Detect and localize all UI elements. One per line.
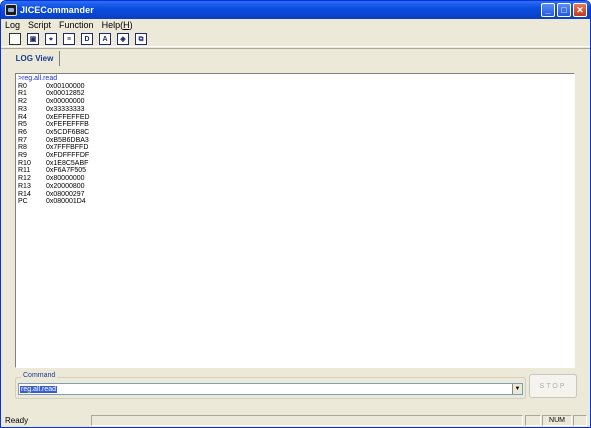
register-value: 0x00000000 <box>46 98 85 106</box>
register-name: R3 <box>18 105 27 113</box>
menu-help[interactable]: Help(H) <box>102 20 133 30</box>
a-icon[interactable]: A <box>99 33 111 45</box>
toolbar-divider <box>1 48 590 49</box>
list-icon[interactable]: ≡ <box>63 33 75 45</box>
command-label: Command <box>21 372 58 379</box>
log-command-line: >reg.all.read <box>18 75 58 82</box>
menu-log[interactable]: Log <box>5 20 20 30</box>
register-value: 0xEFFEFFED <box>46 113 90 121</box>
status-ready: Ready <box>5 416 29 425</box>
window-icon[interactable]: ⧉ <box>135 33 147 45</box>
register-row: R11 0xF6A7F505 <box>18 167 572 175</box>
register-value: 0x00012852 <box>46 90 85 98</box>
register-row: R8 0x7FFFBFFD <box>18 144 572 152</box>
status-num: NUM <box>542 415 572 426</box>
register-row: R2 0x00000000 <box>18 98 572 106</box>
menu-bar: Log Script Function Help(H) <box>1 19 590 31</box>
register-value: 0x20000800 <box>46 182 85 190</box>
menu-function[interactable]: Function <box>59 20 94 30</box>
register-name: R2 <box>18 98 27 106</box>
app-icon <box>5 4 17 16</box>
register-name: PC <box>18 198 28 206</box>
register-value: 0x33333333 <box>46 105 85 113</box>
register-row: R7 0xB5B6DBA3 <box>18 137 572 145</box>
log-output[interactable]: >reg.all.read R0 0x00100000 R1 0x00012852 R2… <box>15 73 575 368</box>
register-name: R13 <box>18 182 31 190</box>
chevron-down-icon[interactable]: ▼ <box>512 384 522 394</box>
window-title: JICECommander <box>20 5 94 15</box>
register-row: R13 0x20000800 <box>18 183 572 191</box>
command-combobox[interactable]: reg.all.read ▼ <box>18 383 523 395</box>
register-row: R0 0x00100000 <box>18 83 572 91</box>
register-row: R10 0x1E8C5ABF <box>18 160 572 168</box>
register-name: R11 <box>18 167 31 175</box>
title-bar[interactable]: JICECommander _ □ ✕ <box>1 1 590 19</box>
register-name: R9 <box>18 152 27 160</box>
status-pane-scroll <box>573 415 587 426</box>
register-name: R4 <box>18 113 27 121</box>
command-input[interactable]: reg.all.read <box>20 385 58 393</box>
register-value: 0x7FFFBFFD <box>46 144 89 152</box>
register-name: R7 <box>18 136 27 144</box>
register-name: R8 <box>18 144 27 152</box>
download-icon[interactable]: ◈ <box>117 33 129 45</box>
register-row: R14 0x08000297 <box>18 191 572 199</box>
register-name: R0 <box>18 82 27 90</box>
register-value: 0x5CDF6B8C <box>46 128 90 136</box>
status-bar: Ready NUM <box>1 414 590 427</box>
register-value: 0xFEFEFFFB <box>46 121 89 129</box>
register-value: 0xB5B6DBA3 <box>46 136 89 144</box>
new-icon[interactable] <box>9 33 21 45</box>
register-row: R6 0x5CDF6B8C <box>18 129 572 137</box>
register-name: R12 <box>18 175 31 183</box>
register-name: R5 <box>18 121 27 129</box>
register-value: 0x08000297 <box>46 190 85 198</box>
register-value: 0xFDFFFFDF <box>46 152 90 160</box>
d-icon[interactable]: D <box>81 33 93 45</box>
save-icon[interactable]: ▣ <box>27 33 39 45</box>
register-row: R5 0xFEFEFFFB <box>18 121 572 129</box>
register-row: R12 0x80000000 <box>18 175 572 183</box>
status-pane-main <box>91 415 523 426</box>
register-row: R9 0xFDFFFFDF <box>18 152 572 160</box>
register-value: 0x1E8C5ABF <box>46 159 89 167</box>
close-button[interactable]: ✕ <box>573 3 587 17</box>
register-row: R4 0xEFFEFFED <box>18 114 572 122</box>
target-icon[interactable]: ⌖ <box>45 33 57 45</box>
menu-script[interactable]: Script <box>28 20 51 30</box>
register-value: 0x080001D4 <box>46 198 86 206</box>
minimize-button[interactable]: _ <box>541 3 555 17</box>
tab-log-view[interactable]: LOG View <box>10 51 60 66</box>
register-row: PC 0x080001D4 <box>18 198 572 206</box>
register-value: 0xF6A7F505 <box>46 167 87 175</box>
status-pane-caps <box>525 415 541 426</box>
register-value: 0x80000000 <box>46 175 85 183</box>
register-name: R1 <box>18 90 27 98</box>
register-name: R10 <box>18 159 31 167</box>
toolbar: ▣ ⌖ ≡ D A ◈ ⧉ <box>1 32 590 47</box>
register-row: R3 0x33333333 <box>18 106 572 114</box>
register-value: 0x00100000 <box>46 82 85 90</box>
stop-button[interactable]: STOP <box>529 374 577 398</box>
register-name: R14 <box>18 190 31 198</box>
register-name: R6 <box>18 128 27 136</box>
maximize-button[interactable]: □ <box>557 3 571 17</box>
app-window: JICECommander _ □ ✕ Log Script Function … <box>0 0 591 428</box>
register-row: R1 0x00012852 <box>18 90 572 98</box>
